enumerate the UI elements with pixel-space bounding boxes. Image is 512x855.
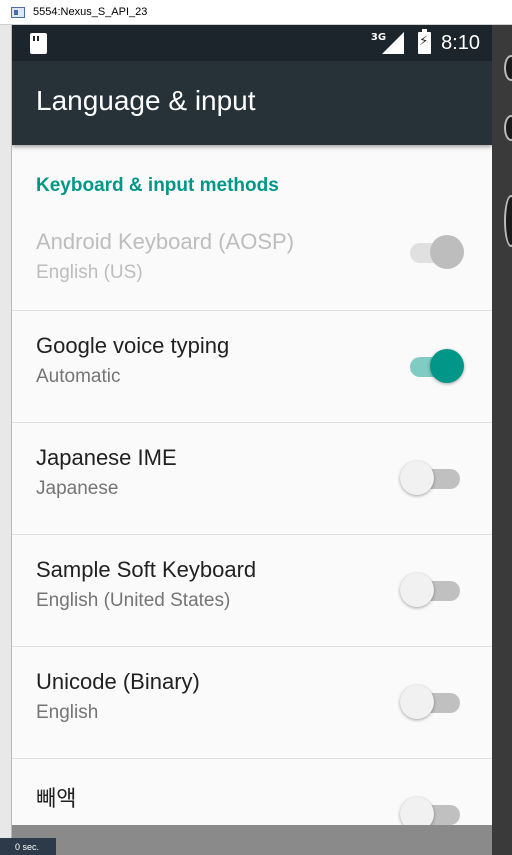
status-clock: 8:10 <box>441 31 480 54</box>
page-title: Language & input <box>36 85 256 116</box>
item-title: 빼액 <box>36 786 77 811</box>
side-knob[interactable] <box>504 55 512 81</box>
toggle-switch[interactable] <box>400 797 462 825</box>
toggle-switch[interactable] <box>410 235 464 269</box>
list-item-japanese-ime[interactable]: Japanese IME Japanese <box>12 423 492 535</box>
switch-thumb <box>430 235 464 269</box>
switch-thumb <box>400 685 434 719</box>
switch-thumb <box>400 461 434 495</box>
item-title: Unicode (Binary) <box>36 669 200 694</box>
list-item-korean-ime[interactable]: 빼액 <box>12 759 492 825</box>
item-title: Japanese IME <box>36 445 177 470</box>
emulator-window-icon <box>11 6 25 18</box>
emulator-window-title: 5554:Nexus_S_API_23 <box>33 6 148 18</box>
app-bar: Language & input <box>12 61 492 145</box>
emulator-side-panel <box>492 25 512 855</box>
battery-charging-icon <box>418 29 432 54</box>
status-icons: 3G 8:10 <box>371 29 480 55</box>
list-item-google-voice-typing[interactable]: Google voice typing Automatic <box>12 311 492 423</box>
toggle-switch[interactable] <box>400 461 462 495</box>
list-item-android-keyboard[interactable]: Android Keyboard (AOSP) English (US) <box>12 225 492 311</box>
switch-thumb <box>430 349 464 383</box>
list-item-sample-soft-keyboard[interactable]: Sample Soft Keyboard English (United Sta… <box>12 535 492 647</box>
toggle-switch[interactable] <box>400 573 462 607</box>
section-header-keyboard: Keyboard & input methods <box>36 175 279 196</box>
toggle-switch[interactable] <box>410 349 464 383</box>
bottom-time-label: 0 sec. <box>15 841 40 852</box>
item-title: Android Keyboard (AOSP) <box>36 229 295 254</box>
toggle-switch[interactable] <box>400 685 462 719</box>
status-bar: 3G 8:10 <box>12 25 492 61</box>
signal-icon <box>382 32 405 54</box>
switch-thumb <box>400 797 434 825</box>
list-item-unicode-binary[interactable]: Unicode (Binary) English <box>12 647 492 759</box>
background-time-label: 0 sec. <box>0 838 56 855</box>
sd-card-icon <box>30 32 47 54</box>
phone-screen: 3G 8:10 Language & input Keyboard & inpu… <box>12 25 492 825</box>
background-window-left <box>0 25 12 855</box>
item-subtitle: Automatic <box>36 366 121 387</box>
item-subtitle: English (United States) <box>36 590 231 611</box>
emulator-window-titlebar: 5554:Nexus_S_API_23 <box>0 0 512 25</box>
side-knob[interactable] <box>504 115 512 141</box>
item-title: Sample Soft Keyboard <box>36 557 257 582</box>
switch-thumb <box>400 573 434 607</box>
side-knob[interactable] <box>504 195 512 247</box>
item-subtitle: English (US) <box>36 262 143 283</box>
item-subtitle: English <box>36 702 99 723</box>
item-title: Google voice typing <box>36 333 230 358</box>
item-subtitle: Japanese <box>36 478 119 499</box>
